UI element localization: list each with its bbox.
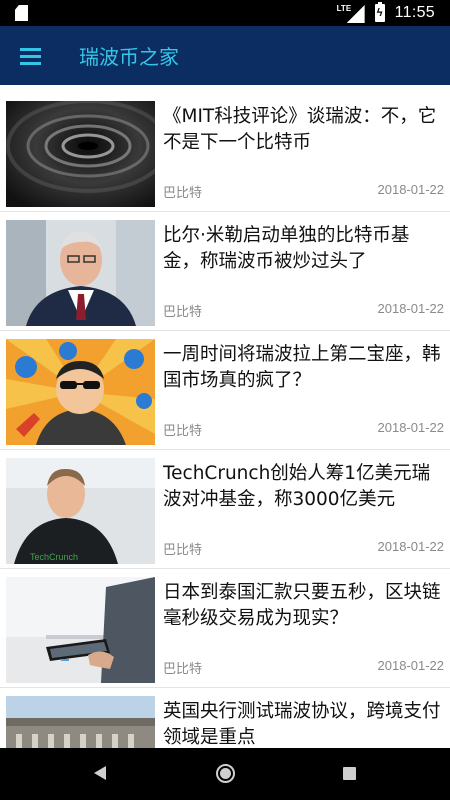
article-date: 2018-01-22 <box>377 539 445 554</box>
article-title[interactable]: 《MIT科技评论》谈瑞波：不，它不是下一个比特币 <box>163 104 445 156</box>
article-title[interactable]: 日本到泰国汇款只要五秒，区块链毫秒级交易成为现实？ <box>163 580 445 632</box>
hamburger-menu-icon[interactable] <box>0 26 60 85</box>
article-date: 2018-01-22 <box>377 301 445 316</box>
list-item[interactable]: TechCrunch TechCrunch创始人筹1亿美元瑞波对冲基金，称300… <box>0 450 450 569</box>
article-list[interactable]: 《MIT科技评论》谈瑞波：不，它不是下一个比特币 巴比特 2018-01-22 … <box>0 85 450 748</box>
recents-icon[interactable] <box>343 767 356 780</box>
list-item[interactable]: 日本到泰国汇款只要五秒，区块链毫秒级交易成为现实？ 巴比特 2018-01-22 <box>0 569 450 688</box>
list-item[interactable]: 英国央行测试瑞波协议，跨境支付领域是重点 <box>0 688 450 748</box>
list-item[interactable]: 一周时间将瑞波拉上第二宝座，韩国市场真的疯了？ 巴比特 2018-01-22 <box>0 331 450 450</box>
bank-of-england-building-image <box>6 696 155 748</box>
svg-text:TechCrunch: TechCrunch <box>30 552 78 562</box>
article-source: 巴比特 <box>163 305 203 320</box>
hand-holding-tablet-image <box>6 577 155 683</box>
home-icon[interactable] <box>216 764 235 783</box>
article-title[interactable]: 比尔·米勒启动单独的比特币基金，称瑞波币被炒过头了 <box>163 223 445 275</box>
article-source: 巴比特 <box>163 424 203 439</box>
battery-charging-icon: ϟ <box>374 2 385 22</box>
app-bar: 瑞波币之家 <box>0 26 450 85</box>
man-in-suit-portrait-image <box>6 220 155 326</box>
water-ripple-image <box>6 101 155 207</box>
article-title[interactable]: TechCrunch创始人筹1亿美元瑞波对冲基金，称3000亿美元 <box>163 461 445 513</box>
cartoon-sunglasses-man-image <box>6 339 155 445</box>
article-date: 2018-01-22 <box>377 658 445 673</box>
list-item[interactable]: 比尔·米勒启动单独的比特币基金，称瑞波币被炒过头了 巴比特 2018-01-22 <box>0 212 450 331</box>
sd-card-icon <box>15 5 28 21</box>
lte-signal-icon: LTE <box>337 3 365 23</box>
status-bar: LTE ϟ 11:55 <box>0 0 450 26</box>
article-date: 2018-01-22 <box>377 182 445 197</box>
network-type-label: LTE <box>336 4 352 13</box>
status-time: 11:55 <box>394 4 435 21</box>
list-item[interactable]: 《MIT科技评论》谈瑞波：不，它不是下一个比特币 巴比特 2018-01-22 <box>0 93 450 212</box>
article-source: 巴比特 <box>163 186 203 201</box>
app-title: 瑞波币之家 <box>79 45 179 69</box>
techcrunch-founder-photo-image: TechCrunch <box>6 458 155 564</box>
system-nav-bar <box>0 748 450 800</box>
article-source: 巴比特 <box>163 543 203 558</box>
article-date: 2018-01-22 <box>377 420 445 435</box>
article-title[interactable]: 英国央行测试瑞波协议，跨境支付领域是重点 <box>163 699 445 748</box>
back-icon[interactable] <box>94 766 106 780</box>
article-source: 巴比特 <box>163 662 203 677</box>
article-title[interactable]: 一周时间将瑞波拉上第二宝座，韩国市场真的疯了？ <box>163 342 445 394</box>
